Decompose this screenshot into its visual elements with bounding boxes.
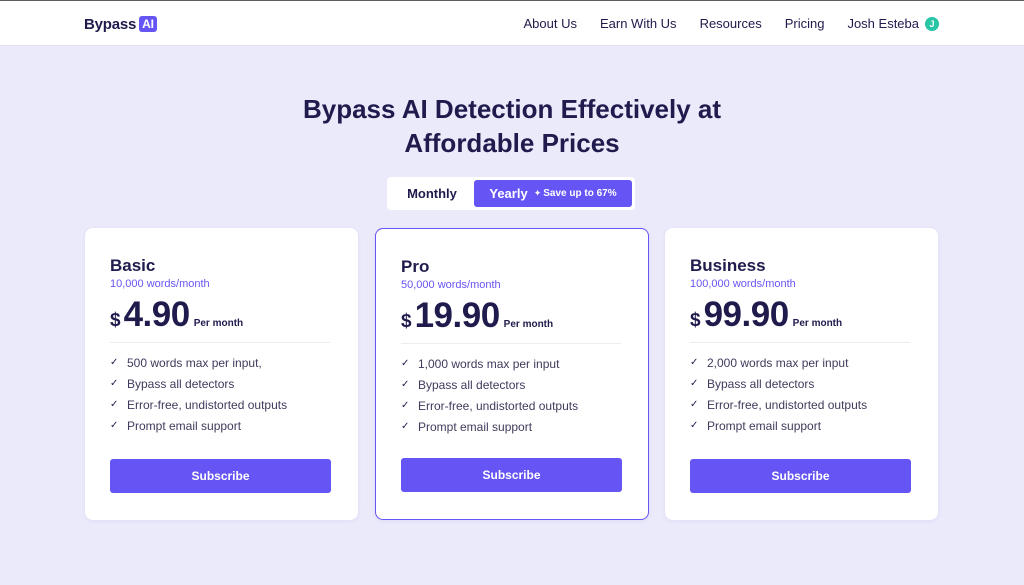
billing-monthly-tab[interactable]: Monthly <box>390 180 474 207</box>
feature-text: Prompt email support <box>418 419 533 434</box>
feature-text: Prompt email support <box>127 418 242 433</box>
price-amount: 4.90 <box>123 295 191 334</box>
logo-ai-badge: AI <box>139 16 157 32</box>
nav-link-resources[interactable]: Resources <box>700 16 762 31</box>
price-currency: $ <box>690 310 701 331</box>
subscribe-button-pro[interactable]: Subscribe <box>401 458 622 492</box>
feature-item: ✓ 500 words max per input, <box>110 352 332 373</box>
check-icon: ✓ <box>401 421 410 432</box>
price-currency: $ <box>110 310 121 331</box>
plan-card-pro: Pro 50,000 words/month $ 19.90 Per month… <box>375 228 649 520</box>
feature-item: ✓ Error-free, undistorted outputs <box>401 395 623 416</box>
page-title-line-2: Affordable Prices <box>404 128 620 158</box>
plan-price: $ 19.90 Per month <box>401 298 623 334</box>
check-icon: ✓ <box>401 358 410 369</box>
yearly-savings-badge: Save up to 67% <box>543 188 617 199</box>
price-amount: 99.90 <box>703 295 790 334</box>
feature-item: ✓ Prompt email support <box>110 415 332 436</box>
logo[interactable]: Bypass AI <box>84 14 157 34</box>
billing-toggle: Monthly Yearly ✦ Save up to 67% <box>387 177 635 210</box>
page-title: Bypass AI Detection Effectively at Affor… <box>0 92 1024 160</box>
feature-item: ✓ Bypass all detectors <box>401 374 623 395</box>
plan-word-limit: 100,000 words/month <box>690 278 796 290</box>
price-amount: 19.90 <box>414 296 501 335</box>
price-period: Per month <box>503 319 554 330</box>
plan-name: Pro <box>401 257 430 276</box>
feature-text: Bypass all detectors <box>707 376 815 391</box>
plan-price: $ 99.90 Per month <box>690 297 912 333</box>
feature-text: Error-free, undistorted outputs <box>418 398 579 413</box>
plan-word-limit: 10,000 words/month <box>110 278 210 290</box>
check-icon: ✓ <box>690 399 699 410</box>
feature-text: 2,000 words max per input <box>707 355 849 370</box>
price-currency: $ <box>401 311 412 332</box>
plan-word-limit: 50,000 words/month <box>401 279 501 291</box>
plan-price: $ 4.90 Per month <box>110 297 332 333</box>
feature-item: ✓ Error-free, undistorted outputs <box>690 394 912 415</box>
price-period: Per month <box>193 318 244 329</box>
feature-item: ✓ 1,000 words max per input <box>401 353 623 374</box>
nav-link-earn-with-us[interactable]: Earn With Us <box>600 16 677 31</box>
page-title-line-1: Bypass AI Detection Effectively at <box>302 94 722 124</box>
plan-name: Business <box>690 256 766 275</box>
check-icon: ✓ <box>401 379 410 390</box>
price-period: Per month <box>792 318 843 329</box>
feature-text: 1,000 words max per input <box>418 356 560 371</box>
subscribe-button-basic[interactable]: Subscribe <box>110 459 331 493</box>
feature-text: 500 words max per input, <box>127 355 262 370</box>
check-icon: ✓ <box>401 400 410 411</box>
user-menu[interactable]: Josh Esteba J <box>847 16 939 31</box>
plan-name: Basic <box>110 256 156 275</box>
divider <box>401 343 621 344</box>
check-icon: ✓ <box>110 378 119 389</box>
plan-card-basic: Basic 10,000 words/month $ 4.90 Per mont… <box>85 228 358 520</box>
nav-links: About Us Earn With Us Resources Pricing … <box>524 1 939 46</box>
plan-card-business: Business 100,000 words/month $ 99.90 Per… <box>665 228 938 520</box>
check-icon: ✓ <box>690 378 699 389</box>
nav-link-about-us[interactable]: About Us <box>524 16 577 31</box>
feature-text: Error-free, undistorted outputs <box>127 397 288 412</box>
feature-text: Bypass all detectors <box>418 377 526 392</box>
feature-item: ✓ 2,000 words max per input <box>690 352 912 373</box>
feature-text: Bypass all detectors <box>127 376 235 391</box>
subscribe-button-business[interactable]: Subscribe <box>690 459 911 493</box>
logo-text: Bypass <box>84 15 137 33</box>
check-icon: ✓ <box>690 420 699 431</box>
feature-list: ✓ 2,000 words max per input ✓ Bypass all d… <box>690 352 912 436</box>
feature-item: ✓ Error-free, undistorted outputs <box>110 394 332 415</box>
billing-yearly-label: Yearly <box>489 186 528 201</box>
feature-text: Prompt email support <box>707 418 822 433</box>
feature-item: ✓ Prompt email support <box>401 416 623 437</box>
check-icon: ✓ <box>110 420 119 431</box>
user-name: Josh Esteba <box>847 16 919 31</box>
avatar: J <box>925 16 939 31</box>
divider <box>110 342 330 343</box>
billing-yearly-tab[interactable]: Yearly ✦ Save up to 67% <box>474 180 632 207</box>
navbar: Bypass AI About Us Earn With Us Resource… <box>0 1 1024 46</box>
check-icon: ✓ <box>690 357 699 368</box>
check-icon: ✓ <box>110 399 119 410</box>
divider <box>690 342 910 343</box>
feature-text: Error-free, undistorted outputs <box>707 397 868 412</box>
check-icon: ✓ <box>110 357 119 368</box>
feature-list: ✓ 500 words max per input, ✓ Bypass all de… <box>110 352 332 436</box>
feature-list: ✓ 1,000 words max per input ✓ Bypass all d… <box>401 353 623 437</box>
sparkle-icon: ✦ <box>533 188 542 198</box>
feature-item: ✓ Bypass all detectors <box>110 373 332 394</box>
nav-link-pricing[interactable]: Pricing <box>785 16 825 31</box>
feature-item: ✓ Bypass all detectors <box>690 373 912 394</box>
feature-item: ✓ Prompt email support <box>690 415 912 436</box>
